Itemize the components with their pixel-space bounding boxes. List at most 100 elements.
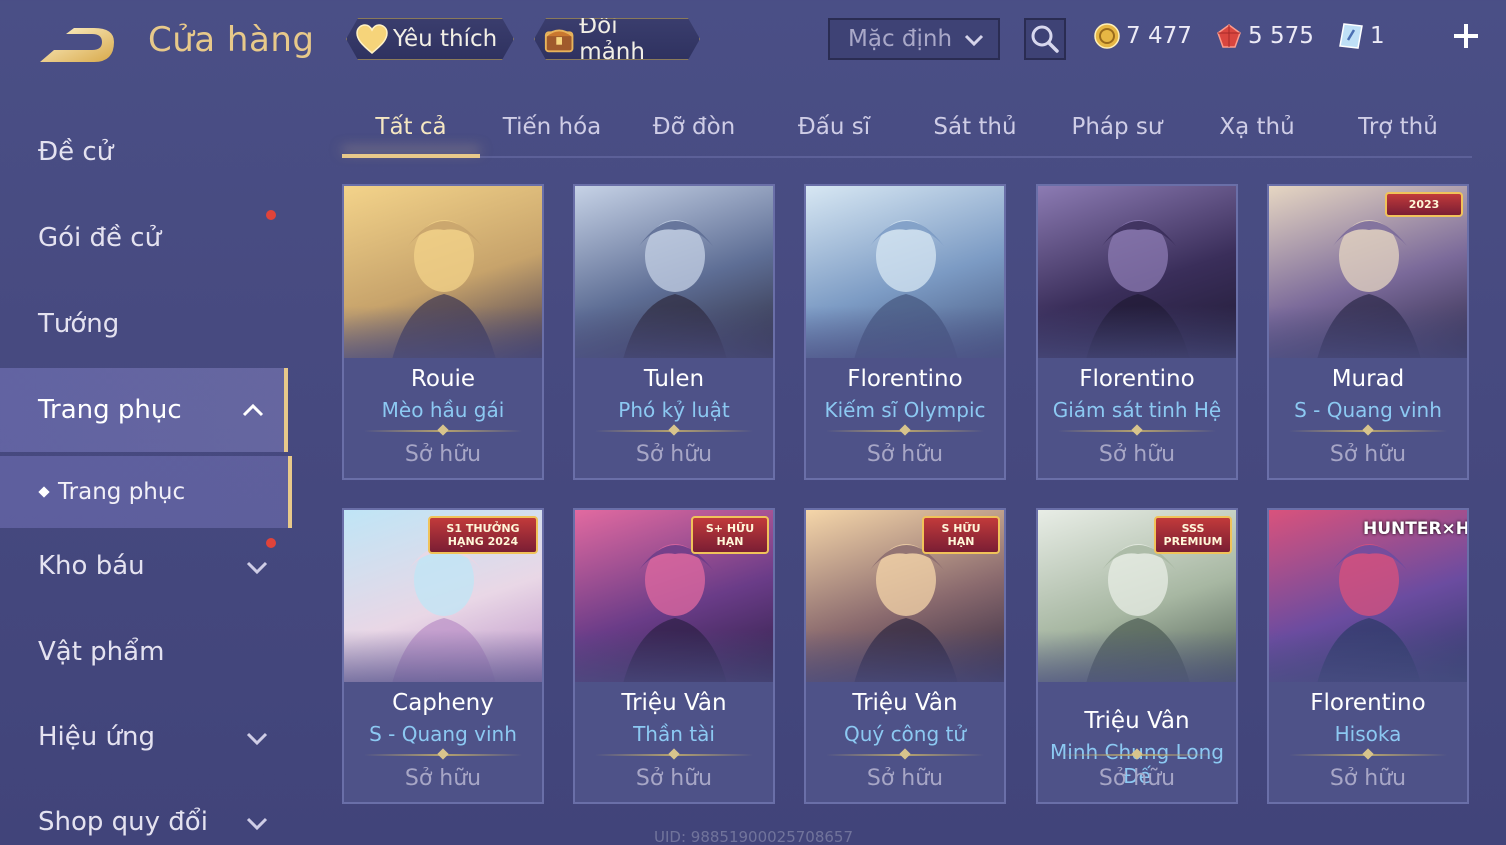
tab-warrior[interactable]: Đấu sĩ	[778, 114, 890, 140]
tab-all[interactable]: Tất cả	[342, 114, 480, 140]
skin-card[interactable]: Triệu Vân Quý công tử Sở hữu S HỮU HẠN	[804, 508, 1006, 804]
skin-card[interactable]: Triệu VânMinh Chung Long ĐếSở hữuSSS PRE…	[1036, 508, 1238, 804]
skin-tier-badge: S1 THƯỞNG HẠNG 2024	[428, 516, 538, 554]
owned-status: Sở hữu	[1098, 766, 1176, 791]
sidebar-item-label: Shop quy đổi	[38, 807, 208, 837]
gold-coin-icon	[1094, 23, 1120, 49]
category-tabs: Tất cả Tiến hóa Đỡ đòn Đấu sĩ Sát thủ Ph…	[342, 100, 1472, 158]
exchange-fragments-button[interactable]: Đổi mảnh	[534, 18, 700, 60]
plus-icon	[1454, 24, 1478, 48]
skin-card[interactable]: Murad S - Quang vinh Sở hữu 2023	[1267, 184, 1469, 480]
diamond-bullet-icon	[38, 486, 50, 498]
sort-value: Mặc định	[848, 26, 953, 52]
notification-dot	[266, 538, 276, 548]
skin-name: Giám sát tinh Hệ	[1052, 398, 1222, 422]
owned-status: Sở hữu	[635, 766, 713, 791]
hero-name: Rouie	[410, 366, 476, 392]
sidebar-item-recommended-packs[interactable]: Gói đề cử	[0, 196, 288, 280]
hero-name: Murad	[1331, 366, 1405, 392]
skin-card[interactable]: Tulen Phó kỷ luật Sở hữu	[573, 184, 775, 480]
tab-evolution[interactable]: Tiến hóa	[488, 114, 616, 140]
chevron-down-icon	[246, 817, 268, 831]
card-divider	[1289, 754, 1447, 756]
gold-amount: 7 477	[1126, 23, 1192, 49]
card-divider	[826, 754, 984, 756]
tab-label: Trợ thủ	[1358, 114, 1438, 140]
card-divider	[1289, 430, 1447, 432]
sidebar-item-items[interactable]: Vật phẩm	[0, 610, 288, 694]
hero-name: Florentino	[1310, 690, 1426, 716]
skin-tier-badge: HUNTER×HUNTER	[1363, 519, 1469, 539]
tab-assassin[interactable]: Sát thủ	[918, 114, 1032, 140]
skin-card[interactable]: Capheny S - Quang vinh Sở hữu S1 THƯỞNG HẠN…	[342, 508, 544, 804]
sidebar-item-skins[interactable]: Trang phục	[0, 368, 288, 452]
ticket-currency: 1	[1338, 20, 1385, 52]
owned-status: Sở hữu	[635, 442, 713, 467]
hero-name: Tulen	[643, 366, 705, 392]
skin-name: Quý công tử	[843, 722, 967, 746]
sidebar-item-treasure[interactable]: Kho báu	[0, 524, 288, 608]
favorite-button[interactable]: Yêu thích	[346, 18, 514, 60]
owned-status: Sở hữu	[866, 766, 944, 791]
skin-name: Kiếm sĩ Olympic	[824, 398, 986, 422]
notification-dot	[266, 210, 276, 220]
tab-label: Tất cả	[375, 114, 447, 140]
add-currency-button[interactable]	[1452, 22, 1480, 50]
voucher-icon	[1339, 23, 1363, 49]
skin-card[interactable]: Rouie Mèo hầu gái Sở hữu	[342, 184, 544, 480]
tab-mage[interactable]: Pháp sư	[1056, 114, 1178, 140]
tab-label: Đỡ đòn	[652, 114, 736, 140]
skin-card[interactable]: Triệu Vân Thần tài Sở hữu S+ HỮU HẠN	[573, 508, 775, 804]
owned-status: Sở hữu	[866, 442, 944, 467]
tab-label: Xạ thủ	[1219, 114, 1295, 140]
treasure-chest-icon	[543, 22, 575, 56]
skin-card[interactable]: Florentino Giám sát tinh Hệ Sở hữu	[1036, 184, 1238, 480]
skin-card[interactable]: Florentino Hisoka Sở hữu HUNTER×HUNTER	[1267, 508, 1469, 804]
hero-name: Florentino	[847, 366, 963, 392]
active-tab-indicator	[342, 154, 480, 158]
skin-tier-badge: SSS PREMIUM	[1154, 516, 1232, 554]
search-icon	[1031, 25, 1059, 53]
skin-name: Hisoka	[1334, 722, 1402, 746]
owned-status: Sở hữu	[404, 442, 482, 467]
favorite-label: Yêu thích	[393, 26, 498, 52]
sidebar-item-label: Đề cử	[38, 137, 114, 167]
tab-label: Tiến hóa	[502, 114, 602, 140]
sidebar-subitem-skins[interactable]: Trang phục	[0, 456, 292, 528]
ruby-currency: 5 575	[1216, 20, 1314, 52]
sidebar-item-recommended[interactable]: Đề cử	[0, 110, 288, 194]
skin-tier-badge: S HỮU HẠN	[922, 516, 1000, 554]
search-button[interactable]	[1024, 18, 1066, 60]
sidebar: Đề cử Gói đề cử Tướng Trang phục Trang p…	[0, 110, 292, 845]
card-divider	[1058, 754, 1216, 756]
sidebar-item-heroes[interactable]: Tướng	[0, 282, 288, 366]
sidebar-item-exchange-shop[interactable]: Shop quy đổi	[0, 780, 288, 845]
sidebar-item-label: Tướng	[38, 309, 120, 339]
tab-marksman[interactable]: Xạ thủ	[1202, 114, 1312, 140]
hero-name: Florentino	[1079, 366, 1195, 392]
hero-name: Triệu Vân	[621, 690, 727, 716]
tab-support[interactable]: Trợ thủ	[1340, 114, 1456, 140]
sidebar-item-label: Kho báu	[38, 551, 145, 581]
card-divider	[364, 754, 522, 756]
tab-label: Đấu sĩ	[797, 114, 871, 140]
sidebar-subitem-label: Trang phục	[58, 479, 186, 505]
tab-tank[interactable]: Đỡ đòn	[632, 114, 756, 140]
skin-card[interactable]: Florentino Kiếm sĩ Olympic Sở hữu	[804, 184, 1006, 480]
skin-tier-badge: S+ HỮU HẠN	[691, 516, 769, 554]
skin-name: Phó kỷ luật	[618, 398, 730, 422]
ruby-amount: 5 575	[1248, 23, 1314, 49]
heart-icon	[355, 23, 389, 55]
sidebar-item-label: Hiệu ứng	[38, 722, 155, 752]
skin-name: Thần tài	[633, 722, 715, 746]
back-button[interactable]	[36, 24, 120, 68]
sidebar-item-effects[interactable]: Hiệu ứng	[0, 695, 288, 779]
hero-name: Triệu Vân	[1084, 708, 1190, 734]
gold-currency: 7 477	[1094, 20, 1192, 52]
hero-name: Capheny	[392, 690, 494, 716]
ruby-gem-icon	[1217, 24, 1241, 48]
user-id-watermark: UID: 98851900025708657	[654, 828, 854, 845]
card-divider	[364, 430, 522, 432]
sort-dropdown[interactable]: Mặc định	[828, 18, 1000, 60]
chevron-down-icon	[246, 561, 268, 575]
